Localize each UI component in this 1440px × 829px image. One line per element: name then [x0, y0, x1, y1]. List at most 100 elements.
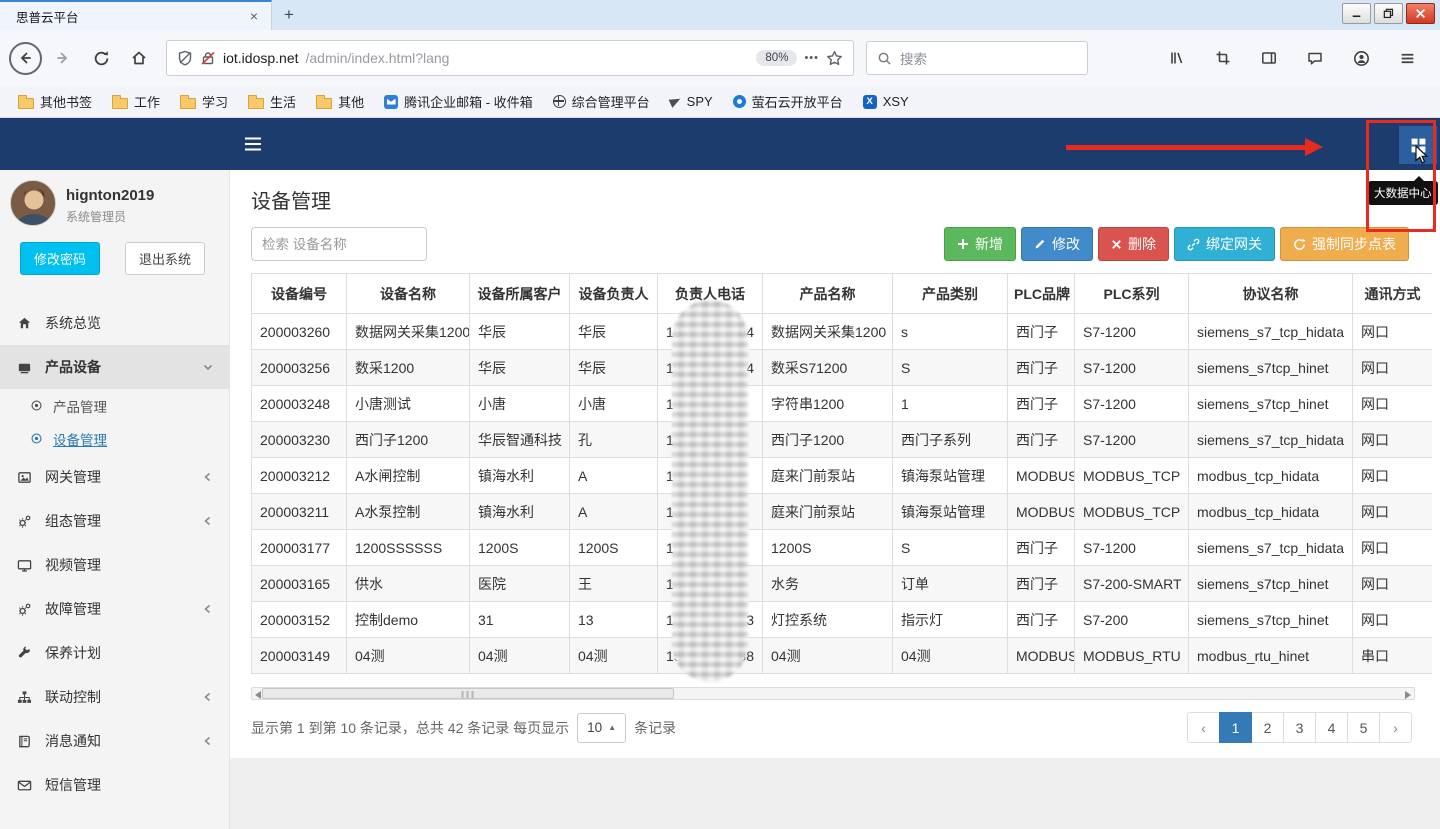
bookmark-site[interactable]: 萤石云开放平台 — [725, 88, 851, 115]
scrollbar-thumb[interactable] — [262, 688, 674, 699]
pagination-next[interactable]: › — [1379, 712, 1412, 743]
pagination-page-2[interactable]: 2 — [1251, 712, 1284, 743]
pagination-prev[interactable]: ‹ — [1187, 712, 1220, 743]
bookmark-site[interactable]: 腾讯企业邮箱 - 收件箱 — [376, 88, 541, 115]
table-row[interactable]: 200003260数据网关采集1200华辰华辰1804数据网关采集1200s西门… — [252, 314, 1433, 350]
pagination-page-1[interactable]: 1 — [1219, 712, 1252, 743]
page-actions-icon[interactable]: ••• — [804, 52, 819, 64]
browser-search-field[interactable]: 搜索 — [866, 41, 1088, 75]
table-row[interactable]: 200003165供水医院王18水务订单西门子S7-200-SMARTsieme… — [252, 566, 1433, 602]
bookmark-folder[interactable]: 学习 — [172, 88, 236, 115]
account-icon[interactable] — [1344, 41, 1378, 75]
sidebar-toggle-icon[interactable] — [244, 137, 262, 151]
window-close-button[interactable] — [1406, 3, 1435, 24]
browser-tab[interactable]: 思普云平台 × — [0, 0, 272, 30]
library-icon[interactable] — [1160, 41, 1194, 75]
scroll-left-arrow-icon[interactable] — [255, 691, 261, 699]
annotation-box — [1366, 120, 1436, 232]
sidebar-item-fault[interactable]: 故障管理 — [0, 587, 229, 631]
table-cell: 西门子1200 — [347, 422, 470, 458]
edit-button[interactable]: 修改 — [1021, 227, 1093, 261]
table-row[interactable]: 200003230西门子1200华辰智通科技孔15西门子1200西门子系列西门子… — [252, 422, 1433, 458]
user-name: hignton2019 — [66, 187, 154, 204]
pagination-info-right: 条记录 — [634, 718, 676, 738]
add-button[interactable]: 新增 — [944, 227, 1016, 261]
window-restore-button[interactable] — [1374, 3, 1403, 24]
pagination-page-4[interactable]: 4 — [1315, 712, 1348, 743]
bookmark-site[interactable]: SPY — [662, 90, 721, 113]
forward-button[interactable] — [46, 41, 80, 75]
table-cell: modbus_tcp_hidata — [1189, 494, 1353, 530]
tracking-protection-shield-icon[interactable] — [177, 50, 193, 66]
sidebar-item-message[interactable]: 消息通知 — [0, 719, 229, 763]
address-bar[interactable]: iot.idosp.net/admin/index.html?lang 80% … — [166, 40, 854, 76]
sidebar: hignton2019 系统管理员 修改密码 退出系统 系统总览产品设备产品管理… — [0, 170, 230, 829]
sidebar-item-label: 保养计划 — [45, 643, 101, 663]
sidebar-item-overview[interactable]: 系统总览 — [0, 301, 229, 345]
delete-button[interactable]: 删除 — [1098, 227, 1169, 261]
scroll-right-arrow-icon[interactable] — [1405, 691, 1411, 699]
url-path: /admin/index.html?lang — [306, 50, 450, 66]
sidebar-item-label: 产品设备 — [45, 357, 101, 377]
sidebar-subitem-device-mgmt[interactable]: 设备管理 — [0, 422, 229, 455]
sidebar-panel-icon[interactable] — [1252, 41, 1286, 75]
menu-hamburger-icon[interactable] — [1390, 41, 1424, 75]
sidebar-item-product-device[interactable]: 产品设备 — [0, 345, 229, 389]
chat-bubble-icon[interactable] — [1298, 41, 1332, 75]
table-header-row: 设备编号设备名称设备所属客户设备负责人负责人电话产品名称产品类别PLC品牌PLC… — [252, 274, 1433, 314]
table-row[interactable]: 200003256数采1200华辰华辰184数采S71200S西门子S7-120… — [252, 350, 1433, 386]
table-row[interactable]: 20000314904测04测04测158804测04测MODBUSMODBUS… — [252, 638, 1433, 674]
bookmark-site[interactable]: 综合管理平台 — [545, 88, 658, 115]
bind-gateway-button[interactable]: 绑定网关 — [1174, 227, 1275, 261]
table-cell: 数据网关采集1200 — [347, 314, 470, 350]
table-row[interactable]: 2000031771200SSSSSS1200S1200S151200SS西门子… — [252, 530, 1433, 566]
sidebar-item-sms[interactable]: 短信管理 — [0, 763, 229, 807]
table-cell: 网口 — [1353, 386, 1433, 422]
back-button[interactable] — [8, 41, 42, 75]
device-search-input[interactable] — [251, 227, 427, 261]
reload-button[interactable] — [84, 41, 118, 75]
pagination-page-3[interactable]: 3 — [1283, 712, 1316, 743]
sidebar-item-video[interactable]: 视频管理 — [0, 543, 229, 587]
horizontal-scrollbar[interactable] — [251, 687, 1415, 700]
column-header: 设备所属客户 — [470, 274, 570, 314]
table-cell: 200003260 — [252, 314, 347, 350]
table-row[interactable]: 200003211A水泵控制镇海水利A13庭来门前泵站镇海泵站管理MODBUSM… — [252, 494, 1433, 530]
table-row[interactable]: 200003152控制demo3113153灯控系统指示灯西门子S7-200si… — [252, 602, 1433, 638]
force-sync-button[interactable]: 强制同步点表 — [1280, 227, 1409, 261]
sidebar-item-maintenance[interactable]: 保养计划 — [0, 631, 229, 675]
window-minimize-button[interactable] — [1342, 3, 1371, 24]
bookmark-folder[interactable]: 生活 — [240, 88, 304, 115]
logout-button[interactable]: 退出系统 — [125, 242, 205, 275]
sidebar-item-linkage[interactable]: 联动控制 — [0, 675, 229, 719]
table-cell: 200003248 — [252, 386, 347, 422]
table-cell: 200003211 — [252, 494, 347, 530]
tab-close-icon[interactable]: × — [245, 8, 263, 24]
column-header: PLC系列 — [1075, 274, 1189, 314]
change-password-button[interactable]: 修改密码 — [20, 242, 100, 275]
bookmark-folder[interactable]: 其他书签 — [10, 88, 100, 115]
folder-icon — [316, 98, 332, 109]
table-row[interactable]: 200003212A水闸控制镇海水利A13庭来门前泵站镇海泵站管理MODBUSM… — [252, 458, 1433, 494]
new-tab-button[interactable]: + — [272, 0, 306, 30]
table-cell: 31 — [470, 602, 570, 638]
home-button[interactable] — [122, 41, 156, 75]
sidebar-item-config[interactable]: 组态管理 — [0, 499, 229, 543]
bookmark-label: 腾讯企业邮箱 - 收件箱 — [404, 92, 533, 111]
page-title: 设备管理 — [251, 185, 331, 214]
bookmark-star-icon[interactable] — [826, 50, 843, 67]
column-header: 设备名称 — [347, 274, 470, 314]
envelope-icon — [16, 778, 32, 793]
bookmark-folder[interactable]: 工作 — [104, 88, 168, 115]
table-row[interactable]: 200003248小唐测试小唐小唐13字符串12001西门子S7-1200sie… — [252, 386, 1433, 422]
screenshot-crop-icon[interactable] — [1206, 41, 1240, 75]
insecure-lock-icon[interactable] — [200, 50, 216, 66]
page-size-dropdown[interactable]: 10 ▲ — [577, 713, 626, 743]
plane-icon — [668, 95, 682, 108]
bookmark-site[interactable]: XXSY — [855, 90, 917, 113]
bookmark-folder[interactable]: 其他 — [308, 88, 372, 115]
sidebar-item-gateway[interactable]: 网关管理 — [0, 455, 229, 499]
zoom-level-button[interactable]: 80% — [756, 50, 797, 66]
pagination-page-5[interactable]: 5 — [1347, 712, 1380, 743]
sidebar-subitem-product-mgmt[interactable]: 产品管理 — [0, 389, 229, 422]
